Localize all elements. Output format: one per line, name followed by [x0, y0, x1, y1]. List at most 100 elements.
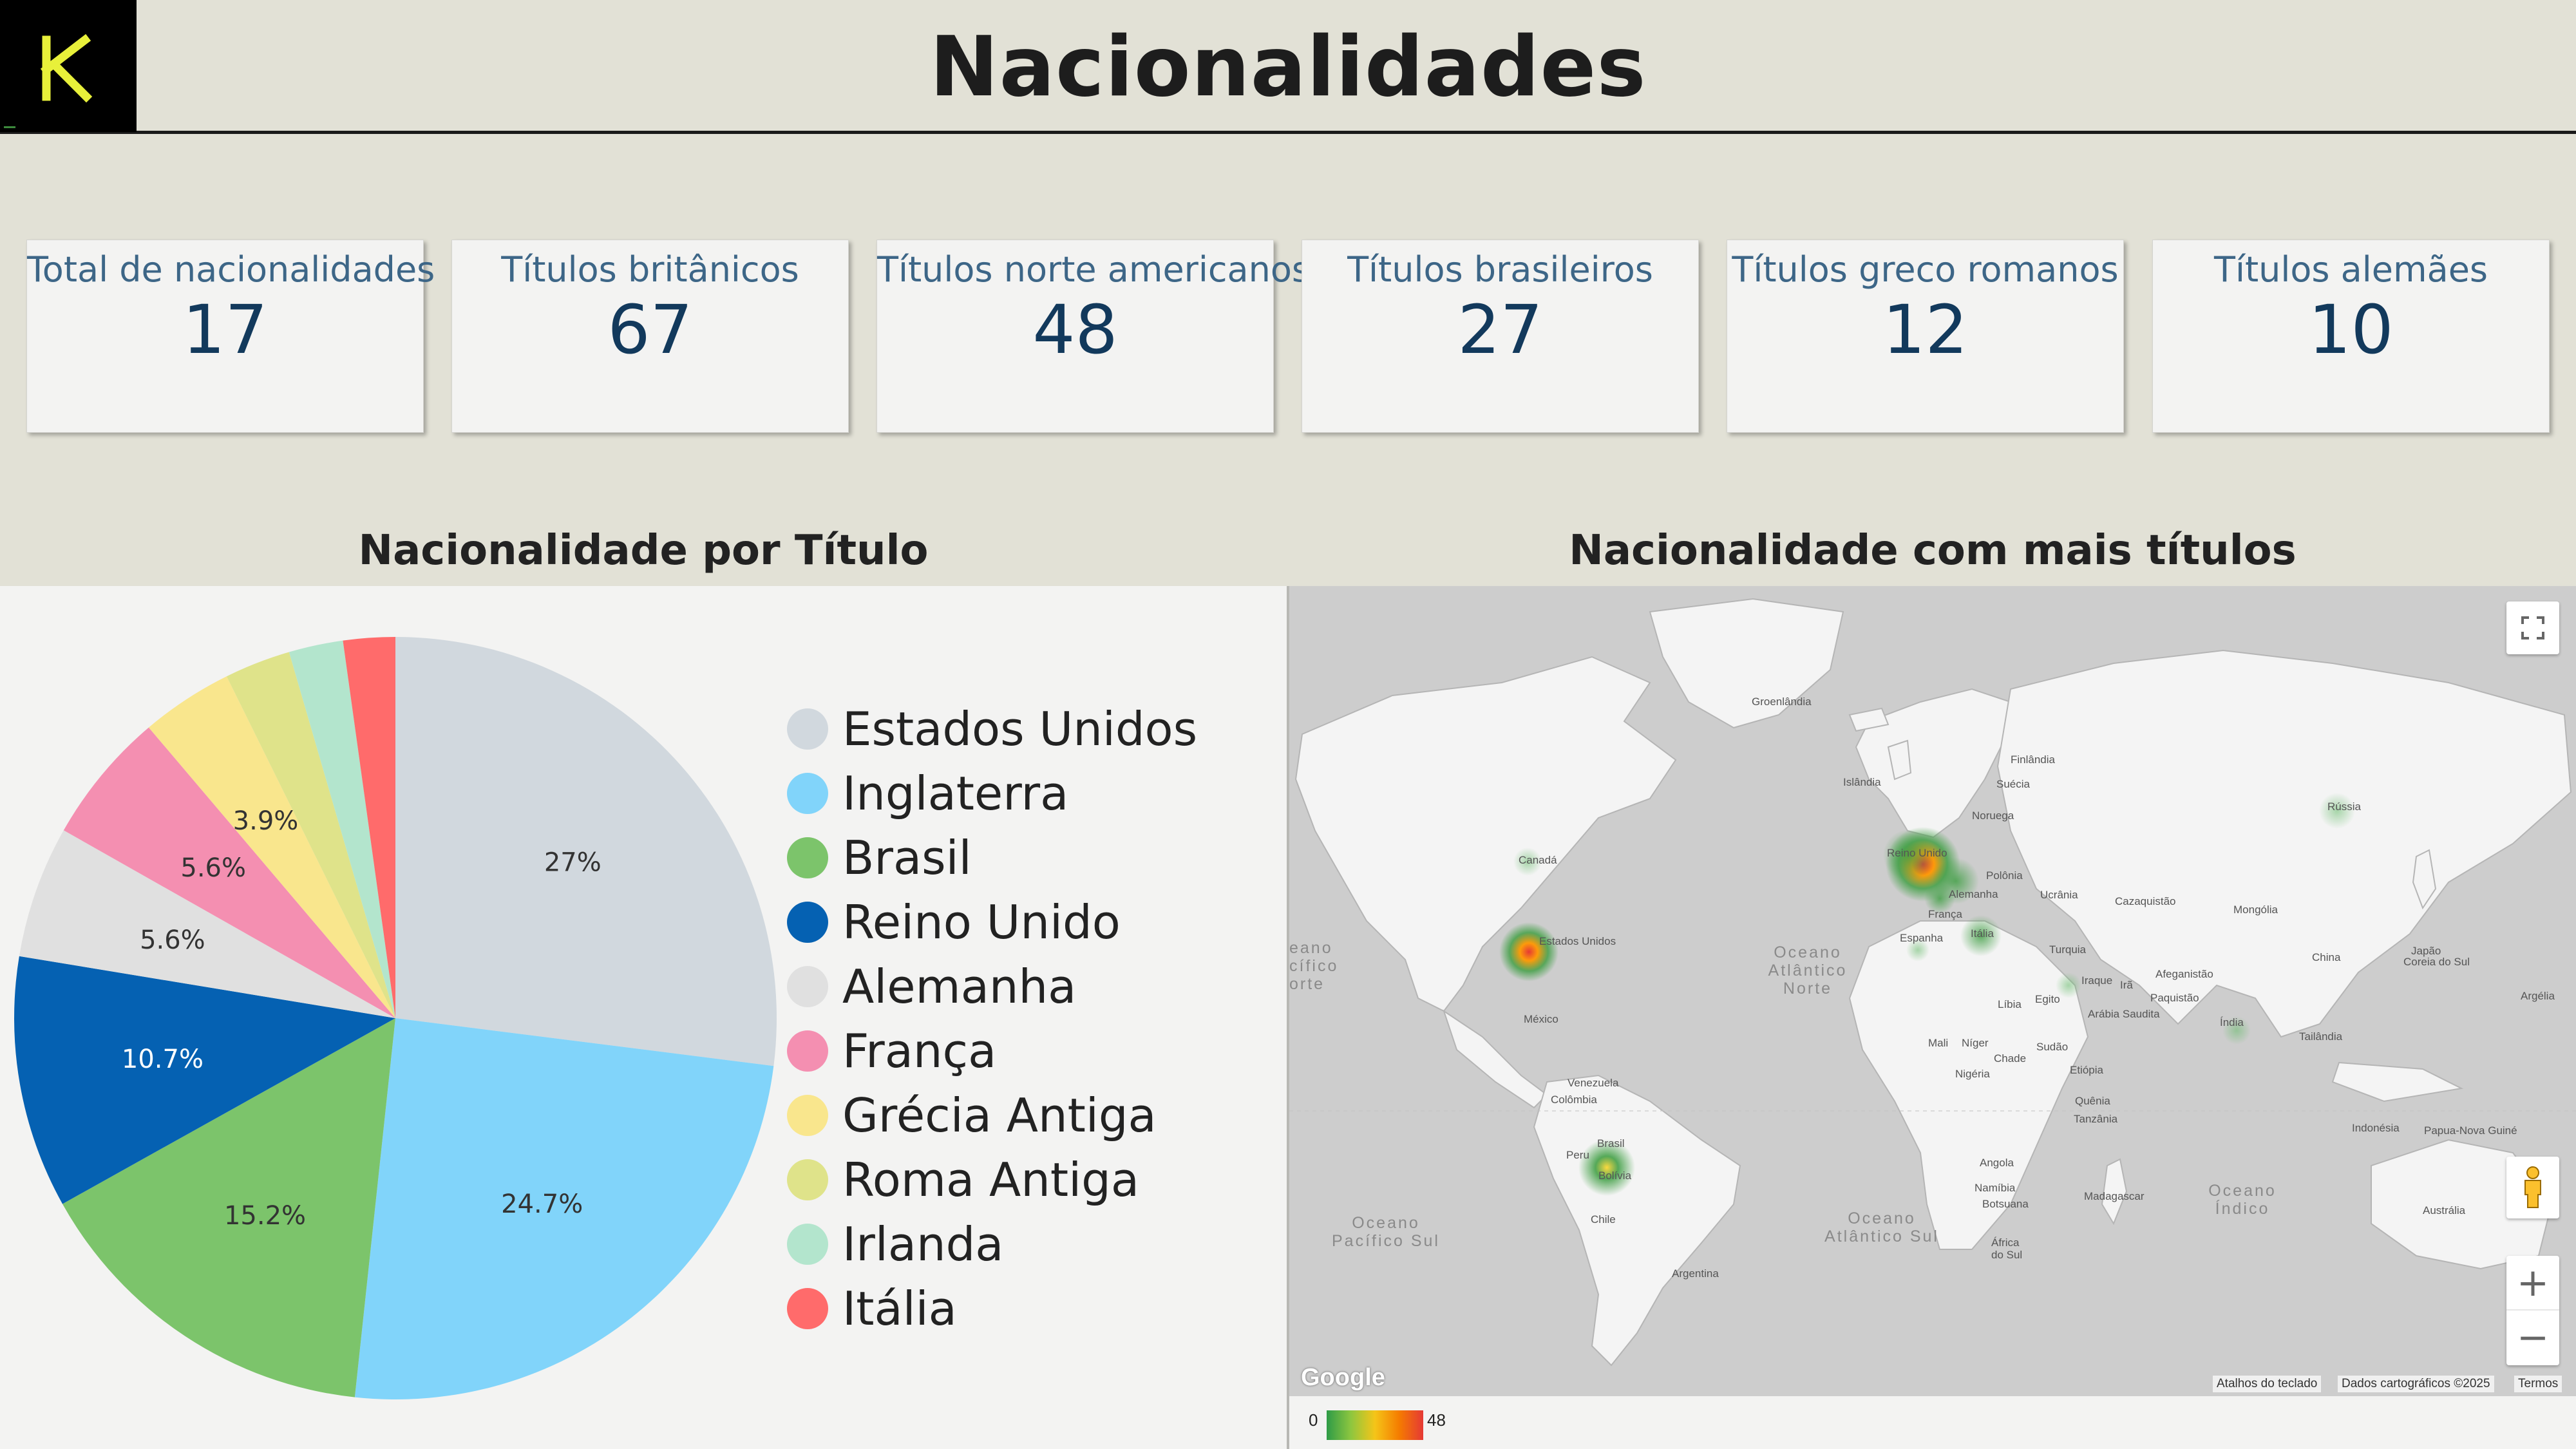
- zoom-in-button[interactable]: +: [2506, 1256, 2559, 1311]
- legend-swatch: [787, 1095, 828, 1136]
- fullscreen-button[interactable]: [2506, 601, 2559, 654]
- pie-chart-panel[interactable]: 27% 24.7% 15.2% 10.7% 5.6% 5.6% 3.9% Estados U…: [0, 586, 1287, 1449]
- map-label: Níger: [1962, 1037, 1989, 1049]
- kpi-value: 27: [1457, 290, 1543, 369]
- kpi-brazilian-titles[interactable]: Títulos brasileiros 27: [1302, 240, 1699, 433]
- google-logo[interactable]: Google: [1301, 1364, 1385, 1392]
- map-label: Namíbia: [1975, 1182, 2016, 1194]
- kpi-value: 10: [2308, 290, 2394, 369]
- kpi-german-titles[interactable]: Títulos alemães 10: [2152, 240, 2550, 433]
- ocean-label: Oceano Atlântico Sul: [1824, 1209, 1939, 1245]
- legend-swatch: [787, 837, 828, 878]
- map-label: Bolívia: [1598, 1170, 1632, 1182]
- legend-swatch: [787, 1159, 828, 1200]
- map-data-attribution: Dados cartográficos ©2025: [2338, 1376, 2494, 1392]
- pie-slice-label: 5.6%: [180, 853, 246, 883]
- map-label: Noruega: [1972, 810, 2014, 822]
- map-label: Reino Unido: [1887, 847, 1947, 859]
- kpi-british-titles[interactable]: Títulos britânicos 67: [451, 240, 849, 433]
- map-label: Groenlândia: [1752, 696, 1812, 708]
- map-label: Cazaquistão: [2115, 895, 2176, 907]
- kpi-total-nationalities[interactable]: Total de nacionalidades 17: [26, 240, 435, 433]
- legend-swatch: [787, 966, 828, 1007]
- map-title: Nacionalidade com mais títulos: [1569, 527, 2297, 574]
- map-label: Estados Unidos: [1539, 935, 1616, 947]
- kpi-value: 48: [1032, 290, 1118, 369]
- legend-swatch: [787, 708, 828, 750]
- kpi-label: Total de nacionalidades: [27, 249, 435, 290]
- map-label: Alemanha: [1949, 888, 1998, 900]
- map-label: Indonésia: [2352, 1122, 2400, 1134]
- map-label: Egito: [2035, 993, 2060, 1005]
- scale-gradient: [1327, 1410, 1423, 1440]
- kpi-value: 17: [182, 290, 268, 369]
- map-label: Afeganistão: [2155, 968, 2213, 980]
- legend-label: Alemanha: [842, 960, 1077, 1014]
- map-label: Itália: [1971, 927, 1994, 940]
- kpi-north-american-titles[interactable]: Títulos norte americanos 48: [876, 240, 1311, 433]
- map-label: Venezuela: [1567, 1077, 1619, 1089]
- map-label: Índia: [2220, 1016, 2244, 1028]
- map-label: Canadá: [1519, 854, 1557, 866]
- map-label: Peru: [1566, 1149, 1589, 1161]
- map-label: Papua-Nova Guiné: [2424, 1124, 2517, 1137]
- map-label: Polônia: [1986, 869, 2023, 882]
- map-label: Arábia Saudita: [2088, 1008, 2160, 1020]
- scale-max: 48: [1427, 1410, 1446, 1430]
- map-label: Sudão: [2036, 1041, 2069, 1053]
- legend-label: Itália: [842, 1282, 957, 1336]
- legend-label: Inglaterra: [842, 766, 1069, 820]
- pie-slice-label: 15.2%: [224, 1201, 306, 1231]
- kpi-value: 67: [607, 290, 693, 369]
- pegman-icon: [2524, 1166, 2541, 1208]
- zoom-controls: + −: [2506, 1256, 2559, 1365]
- keyboard-shortcuts-link[interactable]: Atalhos do teclado: [2213, 1376, 2322, 1392]
- map-label: Brasil: [1597, 1137, 1625, 1150]
- map-label: Botsuana: [1982, 1198, 2029, 1210]
- map-label: México: [1524, 1013, 1558, 1025]
- legend-swatch: [787, 1288, 828, 1329]
- pie-chart[interactable]: 27% 24.7% 15.2% 10.7% 5.6% 5.6% 3.9%: [0, 586, 786, 1449]
- header: Nacionalidades: [0, 0, 2576, 134]
- pie-slice-label: 24.7%: [501, 1189, 583, 1219]
- map-label: Mali: [1928, 1037, 1949, 1049]
- legend-swatch: [787, 902, 828, 943]
- ocean-label: eano cífico orte: [1289, 939, 1339, 993]
- map-label: Madagascar: [2084, 1190, 2145, 1202]
- map-label: França: [1928, 908, 1962, 920]
- fullscreen-icon: [2521, 616, 2544, 639]
- ocean-label: Oceano Pacífico Sul: [1331, 1214, 1440, 1250]
- legend-label: Reino Unido: [842, 895, 1121, 949]
- heat-map[interactable]: Groenlândia Islândia Finlândia Suécia No…: [1289, 586, 2576, 1449]
- map-label: Rússia: [2327, 800, 2361, 813]
- kpi-value: 12: [1882, 290, 1968, 369]
- map-label: Tailândia: [2299, 1030, 2343, 1043]
- map-label: Argentina: [1672, 1267, 1719, 1280]
- kpi-label: Títulos norte americanos: [877, 249, 1311, 290]
- street-view-button[interactable]: [2506, 1157, 2559, 1218]
- map-label: Islândia: [1843, 776, 1881, 788]
- map-label: Ucrânia: [2040, 889, 2078, 901]
- pie-slice-label: 5.6%: [140, 925, 205, 955]
- pie-slice-label: 27%: [544, 848, 601, 877]
- map-label: Irã: [2120, 979, 2133, 991]
- terms-link[interactable]: Termos: [2514, 1376, 2562, 1392]
- kpi-greco-roman-titles[interactable]: Títulos greco romanos 12: [1727, 240, 2124, 433]
- kpi-label: Títulos greco romanos: [1732, 249, 2119, 290]
- legend-label: Irlanda: [842, 1217, 1004, 1271]
- map-label: Líbia: [1998, 998, 2022, 1010]
- zoom-out-button[interactable]: −: [2506, 1311, 2559, 1365]
- map-label: Argélia: [2521, 990, 2555, 1002]
- map-label: Espanha: [1900, 932, 1944, 944]
- map-label: Chade: [1994, 1052, 2027, 1065]
- map-label: Chile: [1591, 1213, 1616, 1226]
- map-label: Austrália: [2423, 1204, 2466, 1217]
- ocean-label: Oceano Índico: [2208, 1182, 2277, 1218]
- map-label: Quênia: [2075, 1095, 2110, 1107]
- legend-swatch: [787, 1224, 828, 1265]
- legend-label: Roma Antiga: [842, 1153, 1139, 1207]
- world-map[interactable]: [1289, 586, 2576, 1396]
- map-label: Finlândia: [2011, 753, 2055, 766]
- heat-scale: 0 48: [1289, 1396, 2576, 1449]
- legend-swatch: [787, 773, 828, 814]
